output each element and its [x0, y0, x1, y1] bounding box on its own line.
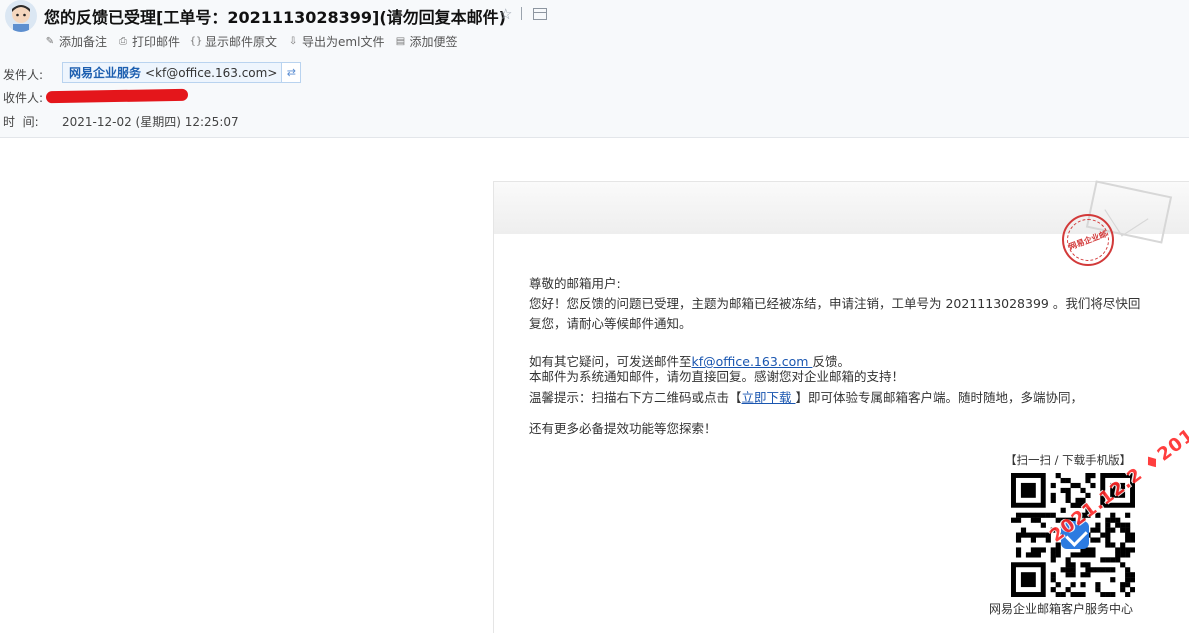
show-source-button[interactable]: {} 显示邮件原文	[190, 33, 277, 50]
add-remark-button[interactable]: ✎ 添加备注	[44, 33, 107, 50]
tip-line-2: 还有更多必备提效功能等您探索！	[529, 421, 717, 436]
pen-icon: ✎	[45, 36, 55, 47]
email-link[interactable]: kf@office.163.com	[692, 354, 813, 369]
notice-line: 本邮件为系统通知邮件，请勿直接回复。感谢您对企业邮箱的支持！	[529, 369, 905, 384]
qr-caption: 【扫一扫 / 下载手机版】	[1005, 453, 1132, 467]
note-icon: ▤	[395, 36, 406, 47]
email-subject: 您的反馈已受理[工单号：2021113028399](请勿回复本邮件)	[44, 8, 506, 27]
email-toolbar: ✎ 添加备注 ⎙ 打印邮件 {} 显示邮件原文 ⇩ 导出为eml文件 ▤ 添加便…	[44, 33, 458, 50]
email-header: 您的反馈已受理[工单号：2021113028399](请勿回复本邮件) ☆ ✎ …	[0, 0, 1189, 138]
time-row: 时 间:	[3, 113, 61, 130]
redaction-mark	[45, 88, 189, 104]
export-icon: ⇩	[288, 36, 298, 47]
sender-email: <kf@office.163.com>	[145, 65, 278, 80]
from-label: 发件人:	[3, 68, 44, 82]
contact-line: 如有其它疑问，可发送邮件至kf@office.163.com 反馈。	[529, 354, 850, 369]
download-link[interactable]: 立即下载	[742, 390, 796, 405]
print-button[interactable]: ⎙ 打印邮件	[117, 33, 180, 50]
paragraph-main: 您好！您反馈的问题已受理，主题为邮箱已经被冻结，申请注销，工单号为 202111…	[529, 296, 1141, 331]
divider	[521, 7, 522, 20]
avatar[interactable]	[5, 0, 37, 32]
from-row: 发件人:	[3, 66, 61, 83]
calendar-icon[interactable]	[533, 8, 547, 20]
footer-signature: 网易企业邮箱客户服务中心	[989, 602, 1134, 616]
time-label: 时 间:	[3, 115, 39, 129]
email-body: 尊敬的邮箱用户: 您好！您反馈的问题已受理，主题为邮箱已经被冻结，申请注销，工单…	[529, 274, 1149, 439]
printer-icon: ⎙	[119, 36, 128, 47]
export-eml-button[interactable]: ⇩ 导出为eml文件	[287, 33, 385, 50]
code-icon: {}	[189, 36, 203, 47]
sender-name: 网易企业服务	[69, 66, 142, 80]
greeting: 尊敬的邮箱用户:	[529, 276, 621, 291]
stamp-icon: 网易企业邮	[1062, 214, 1114, 266]
swap-icon[interactable]: ⇄	[281, 63, 301, 82]
add-note-button[interactable]: ▤ 添加便签	[394, 33, 458, 50]
time-value: 2021-12-02 (星期四) 12:25:07	[62, 115, 239, 129]
tip-line: 温馨提示：扫描右下方二维码或点击【立即下载 】即可体验专属邮箱客户端。随时随地，…	[529, 390, 1084, 405]
email-body-card: 网易企业邮 尊敬的邮箱用户: 您好！您反馈的问题已受理，主题为邮箱已经被冻结，申…	[493, 180, 1189, 633]
sender-chip[interactable]: 网易企业服务 <kf@office.163.com> ⇄	[62, 62, 302, 83]
star-icon[interactable]: ☆	[499, 5, 512, 23]
